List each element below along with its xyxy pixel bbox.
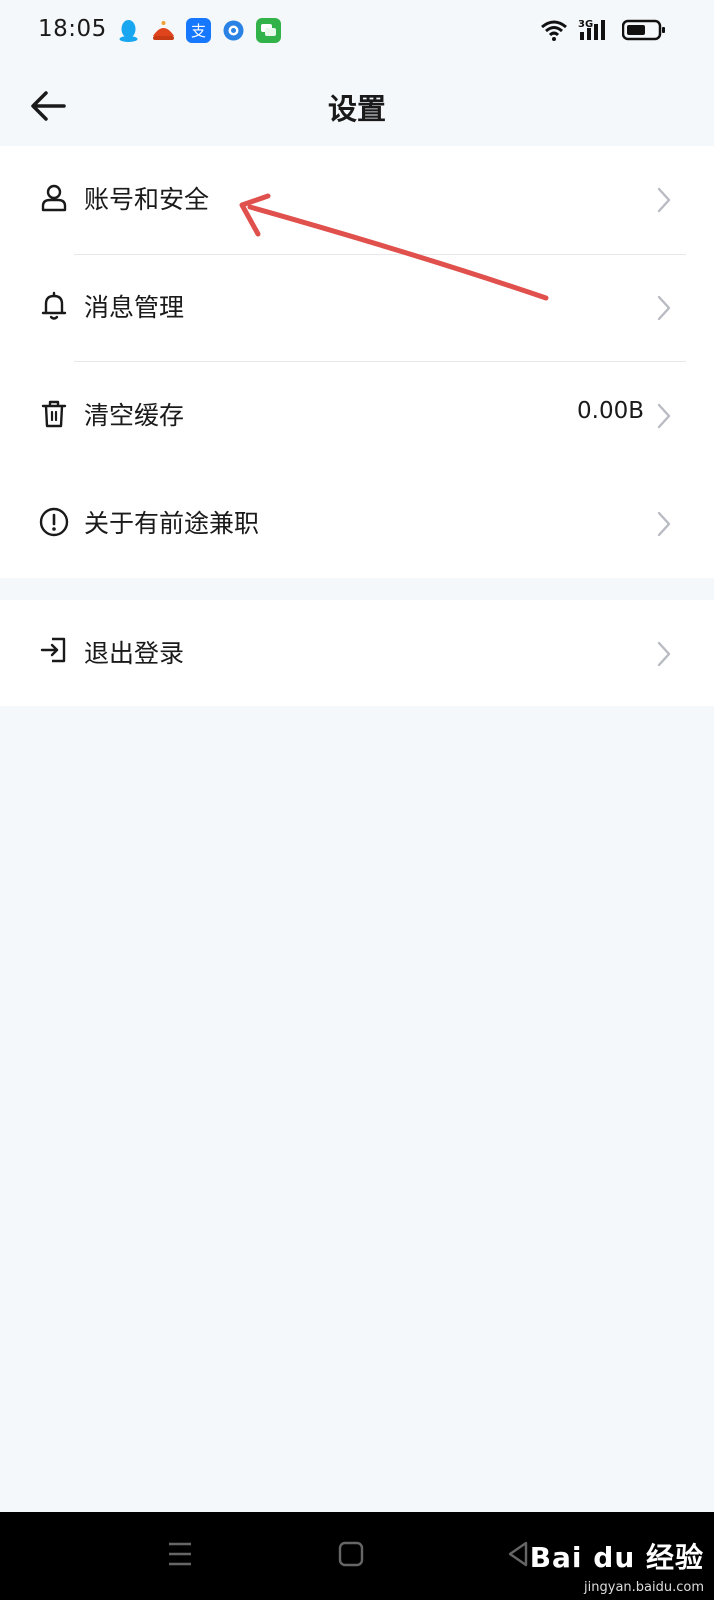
settings-item-label: 消息管理 [84,293,185,322]
svg-text:支: 支 [191,22,206,40]
browser-icon [221,18,246,43]
settings-item-message-management[interactable]: 消息管理 [0,254,714,362]
settings-item-label: 退出登录 [84,639,185,668]
settings-item-label: 关于有前途兼职 [84,509,260,538]
app-header: 设置 [0,66,714,146]
settings-item-label: 清空缓存 [84,401,185,430]
cellular-signal-icon: 3G [578,18,612,46]
page-title: 设置 [327,92,386,126]
home-icon[interactable] [338,1540,364,1568]
watermark: Bai du 经验 jingyan.baidu.com [529,1536,704,1595]
settings-item-label: 账号和安全 [84,185,210,214]
taobao-icon [151,18,176,43]
chevron-right-icon [657,641,671,667]
info-circle-icon [39,507,69,537]
settings-item-clear-cache[interactable]: 清空缓存 0.00B [0,362,714,470]
chevron-right-icon [657,187,671,213]
message-icon [256,18,281,43]
watermark-brand: Bai du 经验 [529,1541,704,1574]
bell-icon [41,291,67,320]
notification-icons: 支 [116,18,281,43]
divider [74,254,686,255]
chevron-right-icon [657,403,671,429]
settings-group-main: 账号和安全 消息管理 清空缓存 0.00B 关于有前途兼职 [0,146,714,578]
system-nav-bar: Bai du 经验 jingyan.baidu.com [0,1512,714,1600]
cache-size-value: 0.00B [577,398,644,424]
back-triangle-icon[interactable] [506,1540,530,1568]
chevron-right-icon [657,295,671,321]
logout-icon [40,637,66,663]
status-bar: 18:05 支 3G [0,0,714,66]
settings-item-logout[interactable]: 退出登录 [0,600,714,706]
settings-item-account-security[interactable]: 账号和安全 [0,146,714,254]
battery-icon [621,19,666,45]
alipay-icon: 支 [186,18,211,43]
qq-icon [116,18,141,43]
system-icons: 3G [540,18,666,46]
menu-icon[interactable] [167,1540,193,1568]
watermark-url: jingyan.baidu.com [584,1580,704,1595]
settings-group-logout: 退出登录 [0,600,714,706]
user-icon [41,184,67,212]
status-time: 18:05 [38,16,107,42]
settings-item-about[interactable]: 关于有前途兼职 [0,470,714,578]
trash-icon [41,400,67,428]
wifi-icon [540,19,568,45]
chevron-right-icon [657,511,671,537]
